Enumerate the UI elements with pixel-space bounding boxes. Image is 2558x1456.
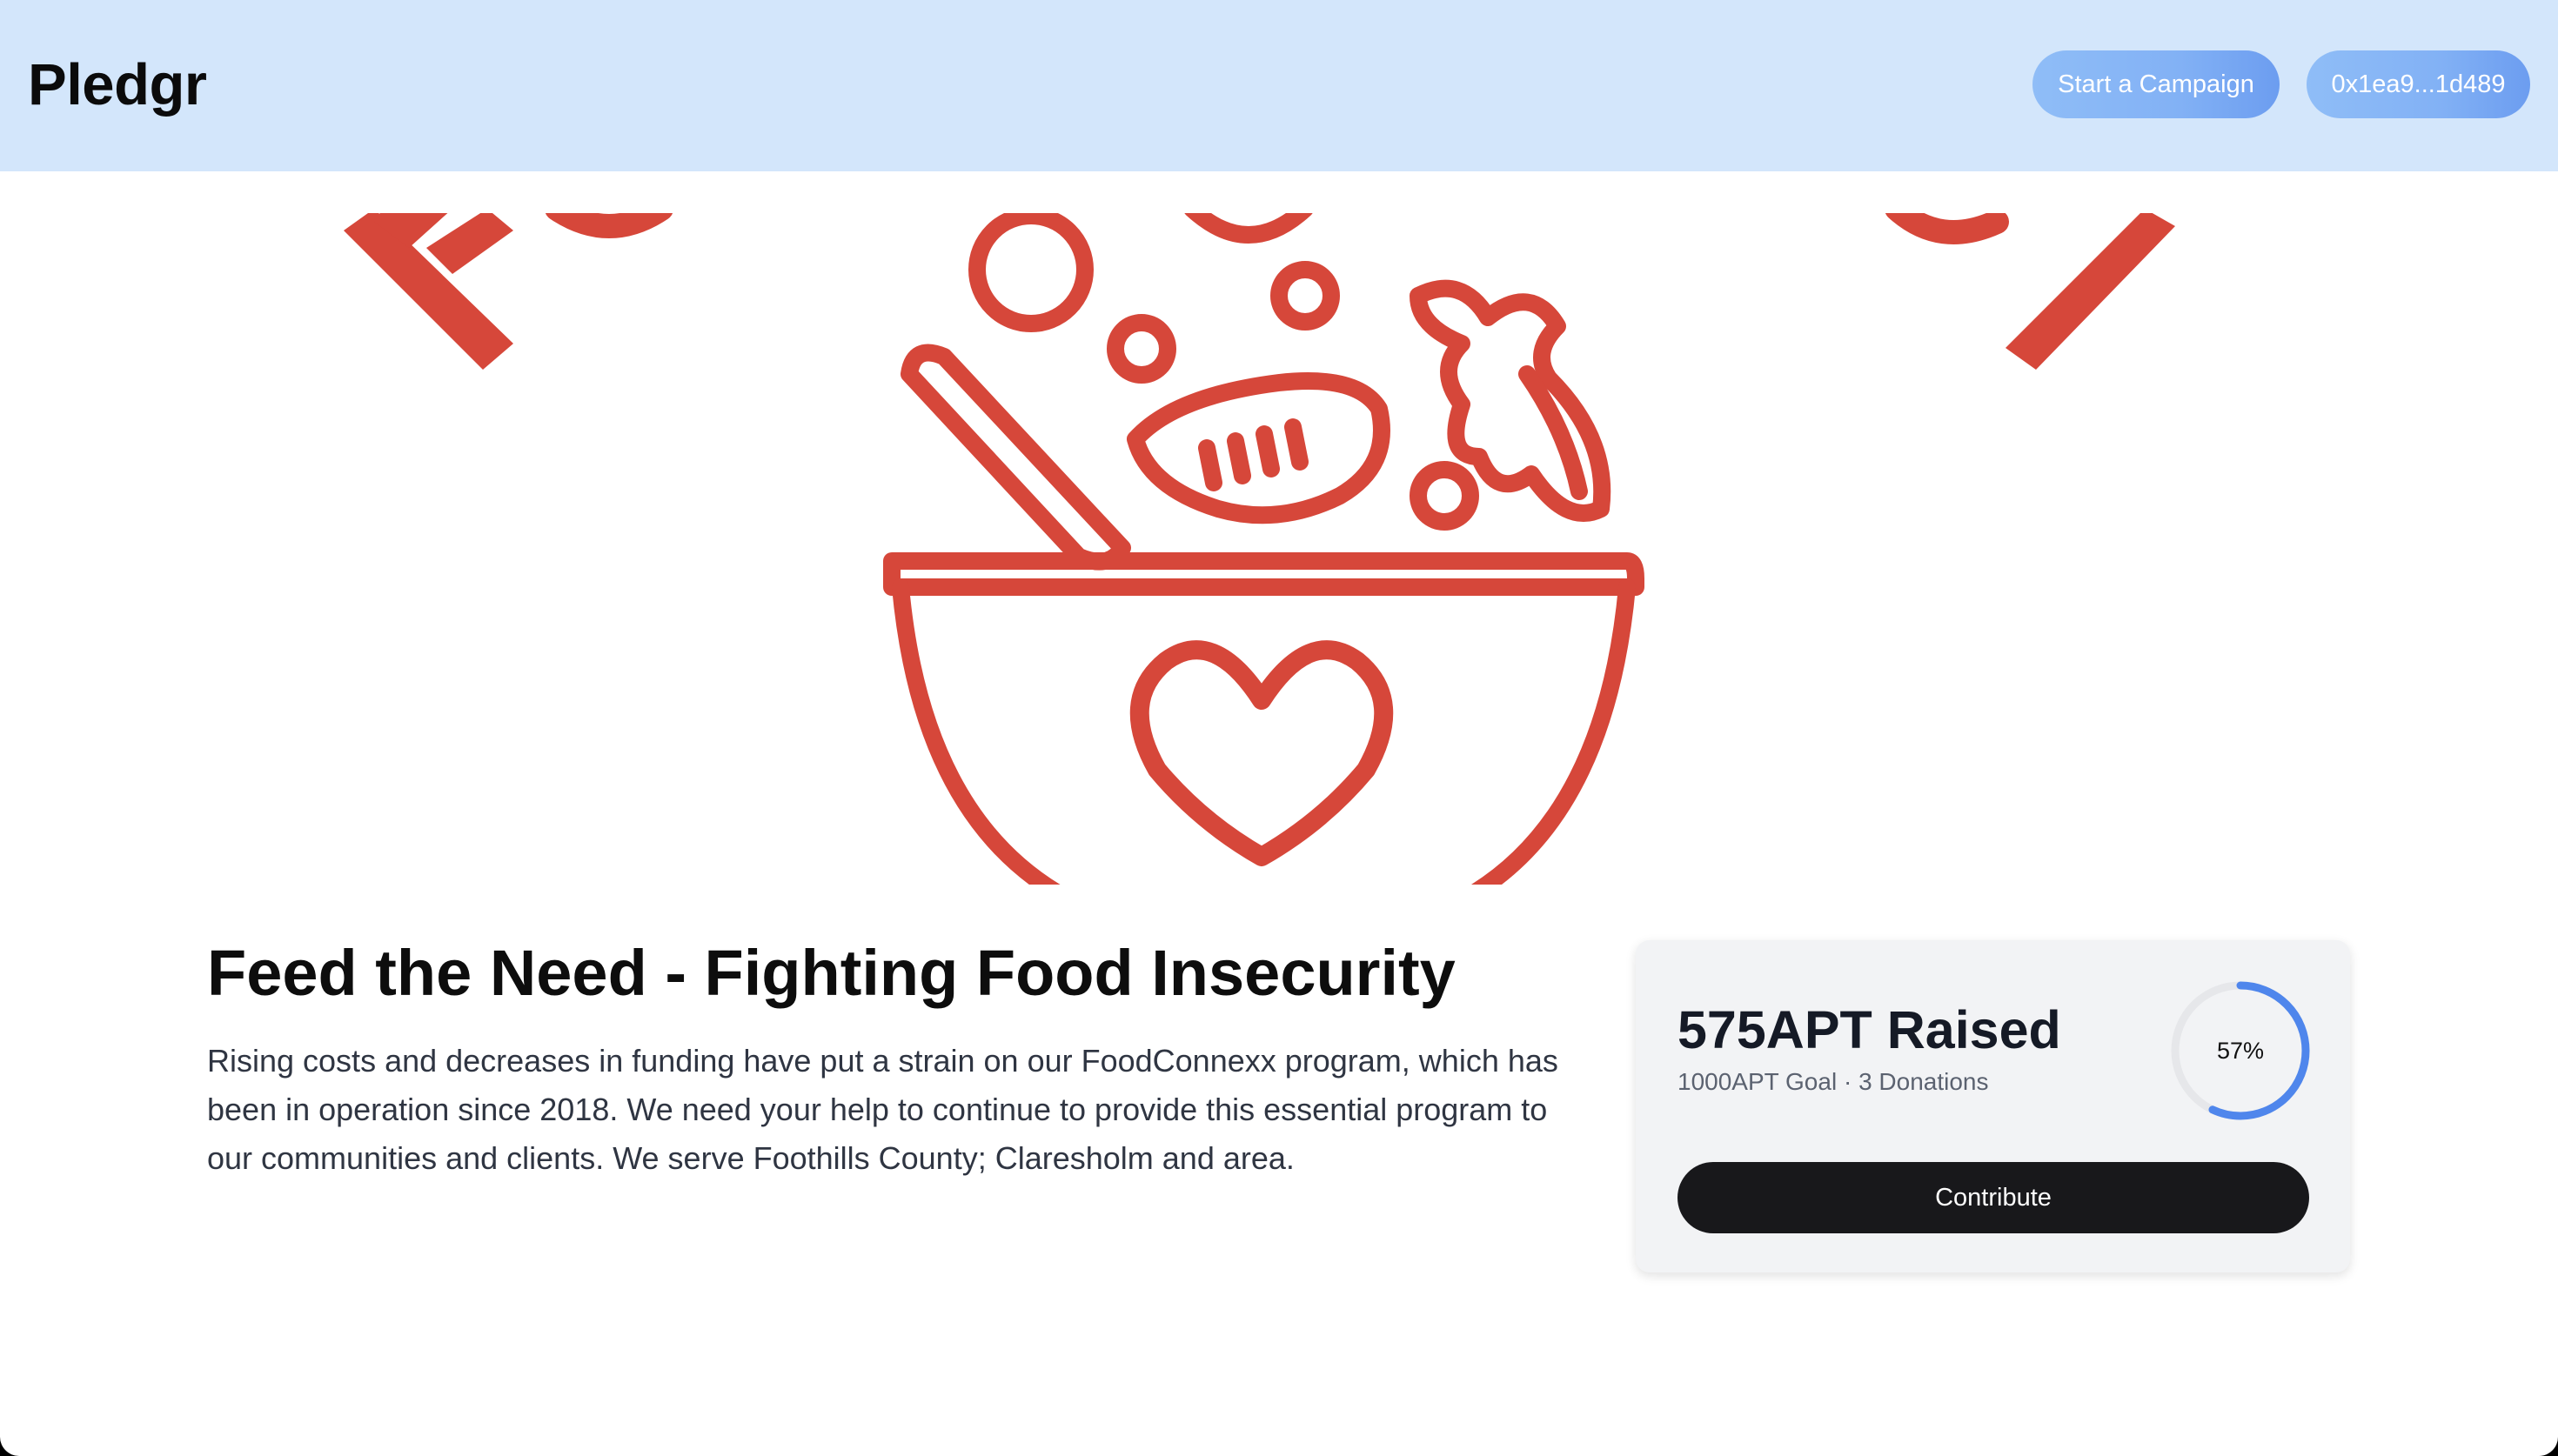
top-header: Pledgr Start a Campaign 0x1ea9...1d489 xyxy=(0,0,2558,171)
start-campaign-button[interactable]: Start a Campaign xyxy=(2032,50,2280,118)
donation-card: 575APT Raised 1000APT Goal · 3 Donations… xyxy=(1636,940,2350,1272)
progress-percent: 57% xyxy=(2216,1037,2265,1064)
campaign-title: Feed the Need - Fighting Food Insecurity xyxy=(207,937,1456,1009)
logo[interactable]: Pledgr xyxy=(28,50,207,120)
wallet-address-button[interactable]: 0x1ea9...1d489 xyxy=(2307,50,2530,118)
campaign-hero-image xyxy=(0,213,2558,885)
goal-and-donations: 1000APT Goal · 3 Donations xyxy=(1677,1067,1989,1097)
page: Pledgr Start a Campaign 0x1ea9...1d489 F… xyxy=(0,0,2558,1456)
donation-count: 3 Donations xyxy=(1858,1068,1989,1095)
goal-amount: 1000APT Goal xyxy=(1677,1068,1838,1095)
contribute-button[interactable]: Contribute xyxy=(1677,1162,2309,1233)
separator: · xyxy=(1843,1068,1852,1095)
amount-raised: 575APT Raised xyxy=(1677,1000,2061,1059)
campaign-description: Rising costs and decreases in funding ha… xyxy=(207,1043,1558,1176)
bowl-with-heart-icon xyxy=(344,213,2175,885)
